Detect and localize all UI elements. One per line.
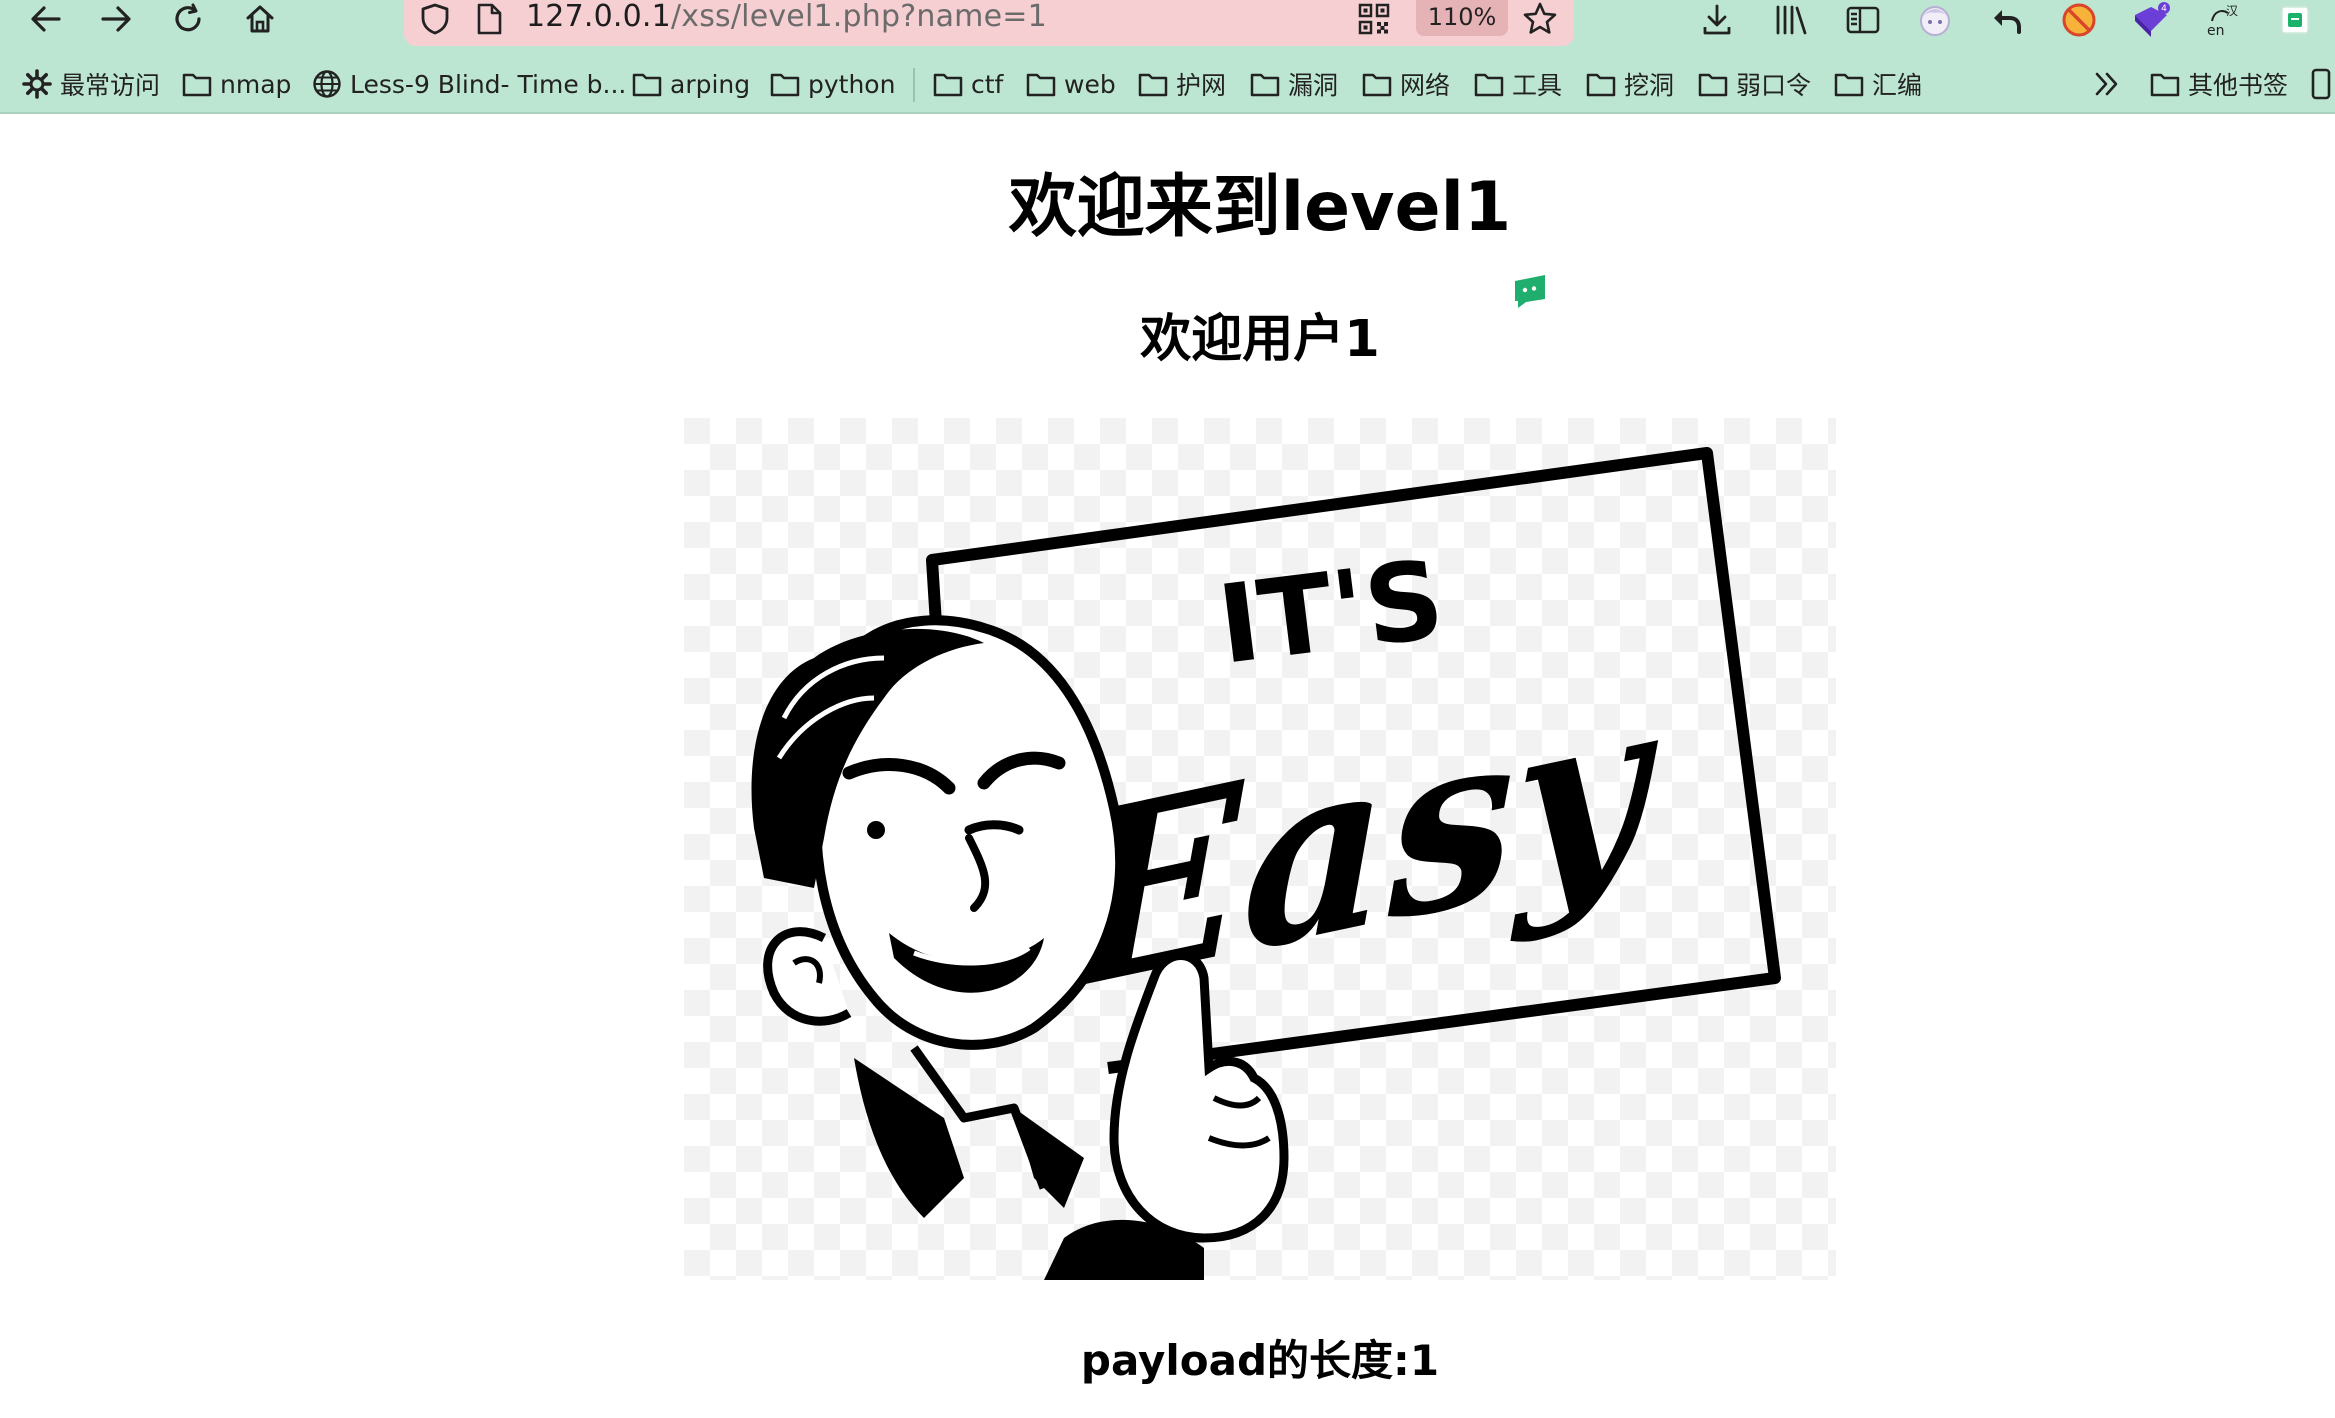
reload-icon <box>175 3 201 32</box>
its-easy-illustration: IT'S Easy <box>684 418 1836 1280</box>
zoom-level-button[interactable]: 110% <box>1416 0 1508 36</box>
bookmark-label: 汇编 <box>1872 71 1923 100</box>
globe-icon <box>313 70 341 98</box>
bookmark-folder-wangluo[interactable]: 网络 <box>1362 66 1450 102</box>
navigation-row: 127.0.0.1/xss/level1.php?name=1 110% 4 e… <box>0 0 2335 48</box>
extension-avatar-button[interactable] <box>1908 0 1962 40</box>
folder-icon <box>1834 73 1864 97</box>
bookmark-most-visited[interactable]: 最常访问 <box>22 66 160 102</box>
bookmark-label: web <box>1064 69 1116 99</box>
bookmark-folder-ruokouling[interactable]: 弱口令 <box>1698 66 1811 102</box>
back-arrow-icon <box>31 6 61 32</box>
browser-toolbar: 127.0.0.1/xss/level1.php?name=1 110% 4 e… <box>0 0 2335 114</box>
library-icon <box>1776 5 1807 35</box>
forward-button[interactable] <box>86 0 146 38</box>
bookmark-folder-arping[interactable]: arping <box>632 66 750 102</box>
bookmarks-overflow-button[interactable] <box>2092 66 2130 102</box>
sidebar-button[interactable] <box>1836 0 1890 40</box>
library-button[interactable] <box>1764 0 1818 40</box>
bookmark-label: 弱口令 <box>1736 71 1812 100</box>
folder-icon <box>933 73 963 97</box>
svg-text:汉: 汉 <box>2226 4 2238 18</box>
svg-text:en: en <box>2207 23 2225 39</box>
sidebar-icon <box>1846 6 1880 34</box>
url-host: 127.0.0.1 <box>526 0 671 34</box>
bookmark-folder-gongju[interactable]: 工具 <box>1474 66 1562 102</box>
double-chevron-right-icon <box>2095 72 2118 96</box>
vpn-extension-button[interactable]: 4 <box>2124 0 2178 40</box>
bookmark-label: 工具 <box>1512 71 1563 100</box>
svg-text:4: 4 <box>2161 4 2167 14</box>
bookmark-label: ctf <box>971 69 1004 99</box>
anime-avatar-icon <box>1920 6 1950 36</box>
shield-icon[interactable] <box>418 2 452 40</box>
folder-icon <box>632 73 662 97</box>
translate-icon: en汉 <box>2207 4 2238 39</box>
forward-arrow-icon <box>101 6 131 32</box>
bookmark-less-9[interactable]: Less-9 Blind- Time b... <box>312 66 626 102</box>
bookmark-label: 漏洞 <box>1288 71 1339 100</box>
green-extension-button[interactable] <box>2268 0 2322 40</box>
gear-icon <box>22 69 52 99</box>
green-tag-icon <box>2281 6 2309 34</box>
home-button[interactable] <box>230 0 290 38</box>
folder-icon <box>1138 73 1168 97</box>
undo-close-tab-button[interactable] <box>1980 0 2034 40</box>
bookmark-folder-web[interactable]: web <box>1026 66 1116 102</box>
bookmark-folder-python[interactable]: python <box>770 66 895 102</box>
bookmark-folder-wadong[interactable]: 挖洞 <box>1586 66 1674 102</box>
bookmark-folder-huibian[interactable]: 汇编 <box>1834 66 1922 102</box>
bookmark-folder-huwang[interactable]: 护网 <box>1138 66 1226 102</box>
bookmarks-separator <box>913 68 915 102</box>
page-title: 欢迎来到level1 <box>1008 168 1512 247</box>
back-button[interactable] <box>16 0 76 38</box>
bookmark-other-bookmarks[interactable]: 其他书签 <box>2150 66 2288 102</box>
bookmarks-toolbar: 最常访问 nmap Less-9 Blind- Time b... arping… <box>0 60 2335 110</box>
folder-icon <box>770 73 800 97</box>
translate-extension-button[interactable]: en 汉 <box>2196 0 2250 40</box>
folder-icon <box>1026 73 1056 97</box>
bookmark-label: 护网 <box>1176 71 1227 100</box>
payload-length-heading: payload的长度:1 <box>1080 1336 1440 1385</box>
bookmark-label: 最常访问 <box>60 71 161 100</box>
bookmark-folder-loudong[interactable]: 漏洞 <box>1250 66 1338 102</box>
mobile-icon <box>2311 68 2331 100</box>
bookmark-folder-nmap[interactable]: nmap <box>182 66 291 102</box>
bookmark-label: 挖洞 <box>1624 71 1675 100</box>
reload-button[interactable] <box>158 0 218 38</box>
folder-icon <box>1362 73 1392 97</box>
folder-icon <box>1474 73 1504 97</box>
bookmark-label: arping <box>670 69 751 99</box>
home-icon <box>246 5 274 33</box>
mobile-bookmarks-button[interactable] <box>2310 66 2335 102</box>
welcome-user-heading: 欢迎用户1 <box>1140 310 1380 369</box>
url-path: /xss/level1.php?name=1 <box>670 0 1047 34</box>
bookmark-label: 其他书签 <box>2188 71 2289 100</box>
url-text[interactable]: 127.0.0.1/xss/level1.php?name=1 <box>526 2 1047 32</box>
bookmark-folder-ctf[interactable]: ctf <box>933 66 1003 102</box>
folder-icon <box>1698 73 1728 97</box>
address-bar[interactable]: 127.0.0.1/xss/level1.php?name=1 110% <box>404 0 1574 46</box>
page-icon[interactable] <box>474 2 504 40</box>
folder-icon <box>2150 73 2180 97</box>
purple-shield-icon: 4 <box>2135 2 2170 37</box>
star-bookmark-icon[interactable] <box>1522 1 1558 41</box>
bookmark-label: Less-9 Blind- Time b... <box>350 69 627 99</box>
no-ads-icon <box>2062 3 2096 37</box>
folder-icon <box>1250 73 1280 97</box>
downloads-button[interactable] <box>1690 0 1744 40</box>
blocker-extension-button[interactable] <box>2052 0 2106 40</box>
undo-arrow-icon <box>1994 10 2021 34</box>
bookmark-label: python <box>808 69 896 99</box>
folder-icon <box>1586 73 1616 97</box>
download-icon <box>1703 4 1731 35</box>
bookmark-label: nmap <box>220 69 292 99</box>
bookmark-label: 网络 <box>1400 71 1451 100</box>
qr-code-icon[interactable] <box>1358 3 1390 39</box>
folder-icon <box>182 73 212 97</box>
